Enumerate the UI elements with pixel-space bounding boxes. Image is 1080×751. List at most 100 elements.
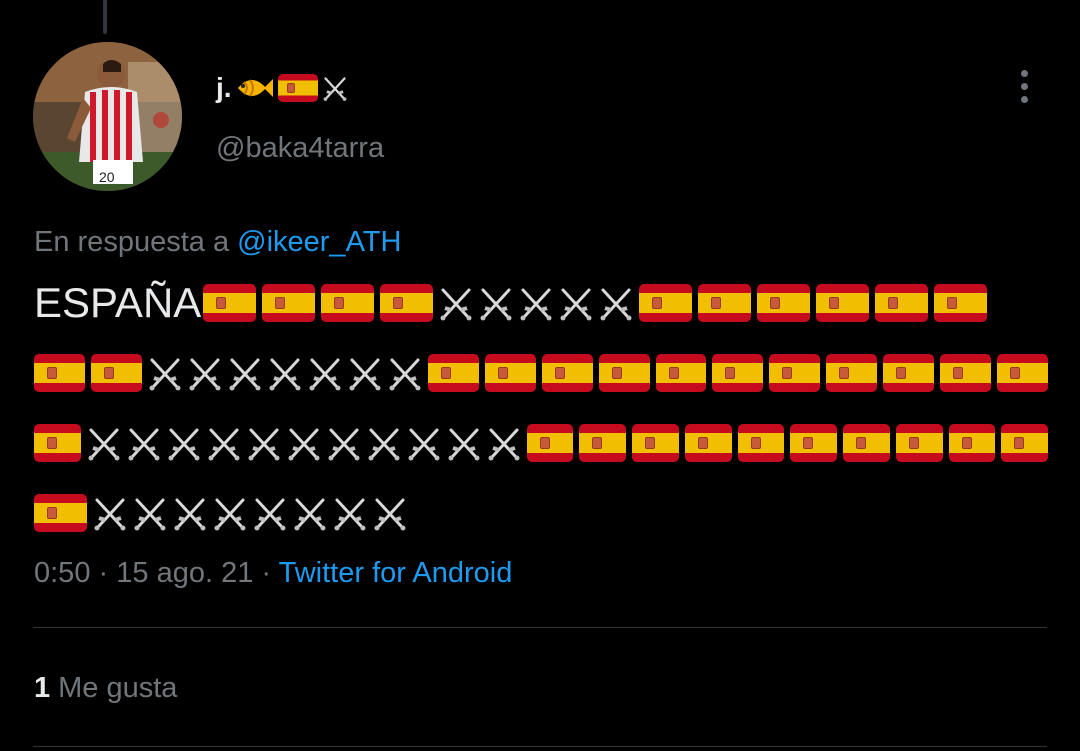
crossed-swords-icon bbox=[479, 284, 513, 322]
spain-flag-icon bbox=[598, 354, 650, 392]
spain-flag-icon bbox=[816, 284, 870, 322]
crossed-swords-icon bbox=[93, 494, 127, 532]
crossed-swords-icon bbox=[373, 494, 407, 532]
tweet-word: ESPAÑA bbox=[34, 279, 202, 326]
crossed-swords-icon bbox=[447, 424, 481, 462]
spain-flag-icon bbox=[875, 284, 929, 322]
crossed-swords-icon bbox=[188, 354, 222, 392]
crossed-swords-icon bbox=[322, 74, 348, 102]
spain-flag-icon bbox=[277, 74, 318, 102]
avatar-photo: 20 bbox=[33, 42, 182, 191]
crossed-swords-icon bbox=[327, 424, 361, 462]
likes-label: Me gusta bbox=[58, 672, 178, 704]
spain-flag-icon bbox=[262, 284, 316, 322]
spain-flag-icon bbox=[940, 354, 992, 392]
spain-flag-icon bbox=[790, 424, 838, 462]
spain-flag-icon bbox=[655, 354, 707, 392]
tweet-time[interactable]: 0:50 bbox=[34, 557, 90, 589]
spain-flag-icon bbox=[632, 424, 679, 462]
spain-flag-icon bbox=[526, 424, 574, 462]
crossed-swords-icon bbox=[148, 354, 182, 392]
meta-separator: · bbox=[98, 557, 109, 589]
spain-flag-icon bbox=[895, 424, 943, 462]
fish-icon bbox=[234, 72, 274, 104]
avatar[interactable]: 20 bbox=[33, 42, 182, 191]
tweet-line bbox=[34, 420, 1054, 466]
tweet-date[interactable]: 15 ago. 21 bbox=[116, 557, 253, 589]
spain-flag-icon bbox=[34, 424, 81, 462]
spain-flag-icon bbox=[769, 354, 821, 392]
crossed-swords-icon bbox=[439, 284, 473, 322]
spain-flag-icon bbox=[684, 424, 732, 462]
spain-flag-icon bbox=[757, 284, 811, 322]
crossed-swords-icon bbox=[599, 284, 633, 322]
likes-count: 1 bbox=[34, 672, 51, 704]
crossed-swords-icon bbox=[167, 424, 201, 462]
more-dot bbox=[1020, 95, 1028, 103]
spain-flag-icon bbox=[712, 354, 764, 392]
crossed-swords-icon bbox=[207, 424, 241, 462]
more-dot bbox=[1020, 82, 1028, 90]
divider bbox=[33, 746, 1047, 747]
crossed-swords-icon bbox=[173, 494, 207, 532]
tweet-text: ESPAÑA bbox=[34, 280, 1054, 560]
reply-context: En respuesta a @ikeer_ATH bbox=[34, 226, 401, 259]
crossed-swords-icon bbox=[133, 494, 167, 532]
crossed-swords-icon bbox=[367, 424, 401, 462]
crossed-swords-icon bbox=[247, 424, 281, 462]
crossed-swords-icon bbox=[213, 494, 247, 532]
spain-flag-icon bbox=[1001, 424, 1049, 462]
crossed-swords-icon bbox=[253, 494, 287, 532]
reply-mention-link[interactable]: @ikeer_ATH bbox=[237, 226, 401, 258]
spain-flag-icon bbox=[826, 354, 878, 392]
reply-prefix: En respuesta a bbox=[34, 226, 230, 258]
crossed-swords-icon bbox=[407, 424, 441, 462]
crossed-swords-icon bbox=[228, 354, 262, 392]
tweet-line bbox=[34, 350, 1054, 396]
spain-flag-icon bbox=[541, 354, 593, 392]
spain-flag-icon bbox=[427, 354, 479, 392]
spain-flag-icon bbox=[34, 354, 85, 392]
tweet-source-link[interactable]: Twitter for Android bbox=[279, 557, 513, 589]
crossed-swords-icon bbox=[388, 354, 422, 392]
crossed-swords-icon bbox=[268, 354, 302, 392]
spain-flag-icon bbox=[639, 284, 693, 322]
spain-flag-icon bbox=[380, 284, 434, 322]
crossed-swords-icon bbox=[487, 424, 521, 462]
meta-separator: · bbox=[261, 557, 272, 589]
thread-connector-line bbox=[103, 0, 107, 34]
divider bbox=[33, 627, 1047, 628]
svg-text:20: 20 bbox=[99, 169, 115, 185]
crossed-swords-icon bbox=[287, 424, 321, 462]
crossed-swords-icon bbox=[519, 284, 553, 322]
tweet-line bbox=[34, 490, 1054, 536]
spain-flag-icon bbox=[843, 424, 890, 462]
more-options-icon[interactable] bbox=[1008, 66, 1040, 106]
spain-flag-icon bbox=[579, 424, 627, 462]
more-dot bbox=[1020, 69, 1028, 77]
crossed-swords-icon bbox=[348, 354, 382, 392]
author-handle[interactable]: @baka4tarra bbox=[216, 132, 384, 165]
likes-stat[interactable]: 1 Me gusta bbox=[34, 672, 177, 705]
spain-flag-icon bbox=[34, 494, 87, 532]
spain-flag-icon bbox=[484, 354, 536, 392]
author-display-name[interactable]: j. bbox=[216, 72, 232, 104]
crossed-swords-icon bbox=[87, 424, 121, 462]
spain-flag-icon bbox=[948, 424, 996, 462]
tweet-line: ESPAÑA bbox=[34, 280, 1054, 326]
crossed-swords-icon bbox=[308, 354, 342, 392]
crossed-swords-icon bbox=[127, 424, 161, 462]
author-name-row[interactable]: j. bbox=[216, 68, 348, 108]
spain-flag-icon bbox=[90, 354, 142, 392]
spain-flag-icon bbox=[997, 354, 1048, 392]
crossed-swords-icon bbox=[333, 494, 367, 532]
spain-flag-icon bbox=[698, 284, 752, 322]
crossed-swords-icon bbox=[559, 284, 593, 322]
spain-flag-icon bbox=[321, 284, 375, 322]
spain-flag-icon bbox=[883, 354, 935, 392]
crossed-swords-icon bbox=[293, 494, 327, 532]
spain-flag-icon bbox=[934, 284, 988, 322]
spain-flag-icon bbox=[737, 424, 785, 462]
spain-flag-icon bbox=[203, 284, 257, 322]
tweet-meta: 0:50 · 15 ago. 21 · Twitter for Android bbox=[34, 557, 512, 590]
